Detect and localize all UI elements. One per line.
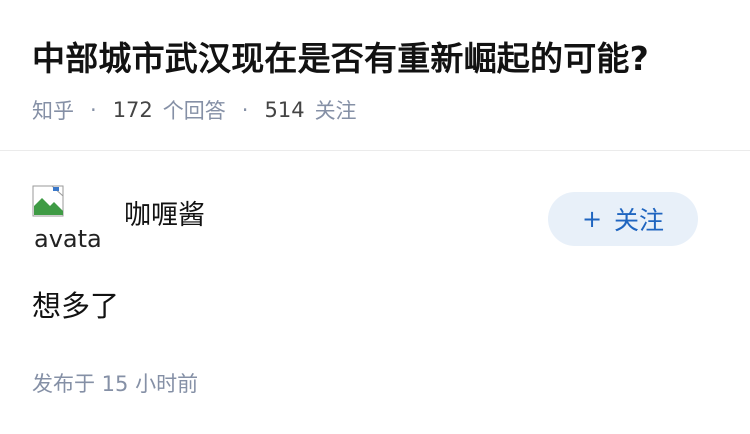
question-header: 中部城市武汉现在是否有重新崛起的可能? 知乎 · 172 个回答 · 514 关… [0, 0, 750, 151]
broken-image-icon [32, 185, 64, 217]
author-row: avatar 咖喱酱 + 关注 [32, 184, 698, 254]
avatar[interactable]: avatar [32, 184, 102, 254]
source-label[interactable]: 知乎 [32, 95, 74, 125]
meta-separator: · [90, 98, 97, 122]
plus-icon: + [581, 205, 603, 233]
publish-time: 发布于 15 小时前 [32, 372, 199, 396]
follow-button-label: 关注 [614, 206, 665, 235]
author-name[interactable]: 咖喱酱 [124, 196, 205, 236]
answer-count-label: 个回答 [162, 99, 226, 123]
question-meta: 知乎 · 172 个回答 · 514 关注 [32, 94, 357, 126]
answer-content: 想多了 [32, 289, 120, 323]
answer-card: avatar 咖喱酱 + 关注 想多了 发布于 15 小时前 [0, 152, 750, 434]
follower-count: 514 [264, 98, 305, 122]
follow-button[interactable]: + 关注 [548, 192, 698, 246]
question-title[interactable]: 中部城市武汉现在是否有重新崛起的可能? [32, 36, 649, 82]
avatar-alt-text: avatar [34, 225, 102, 253]
answer-count: 172 [112, 98, 153, 122]
meta-separator: · [241, 98, 249, 122]
follower-count-label: 关注 [314, 99, 357, 123]
